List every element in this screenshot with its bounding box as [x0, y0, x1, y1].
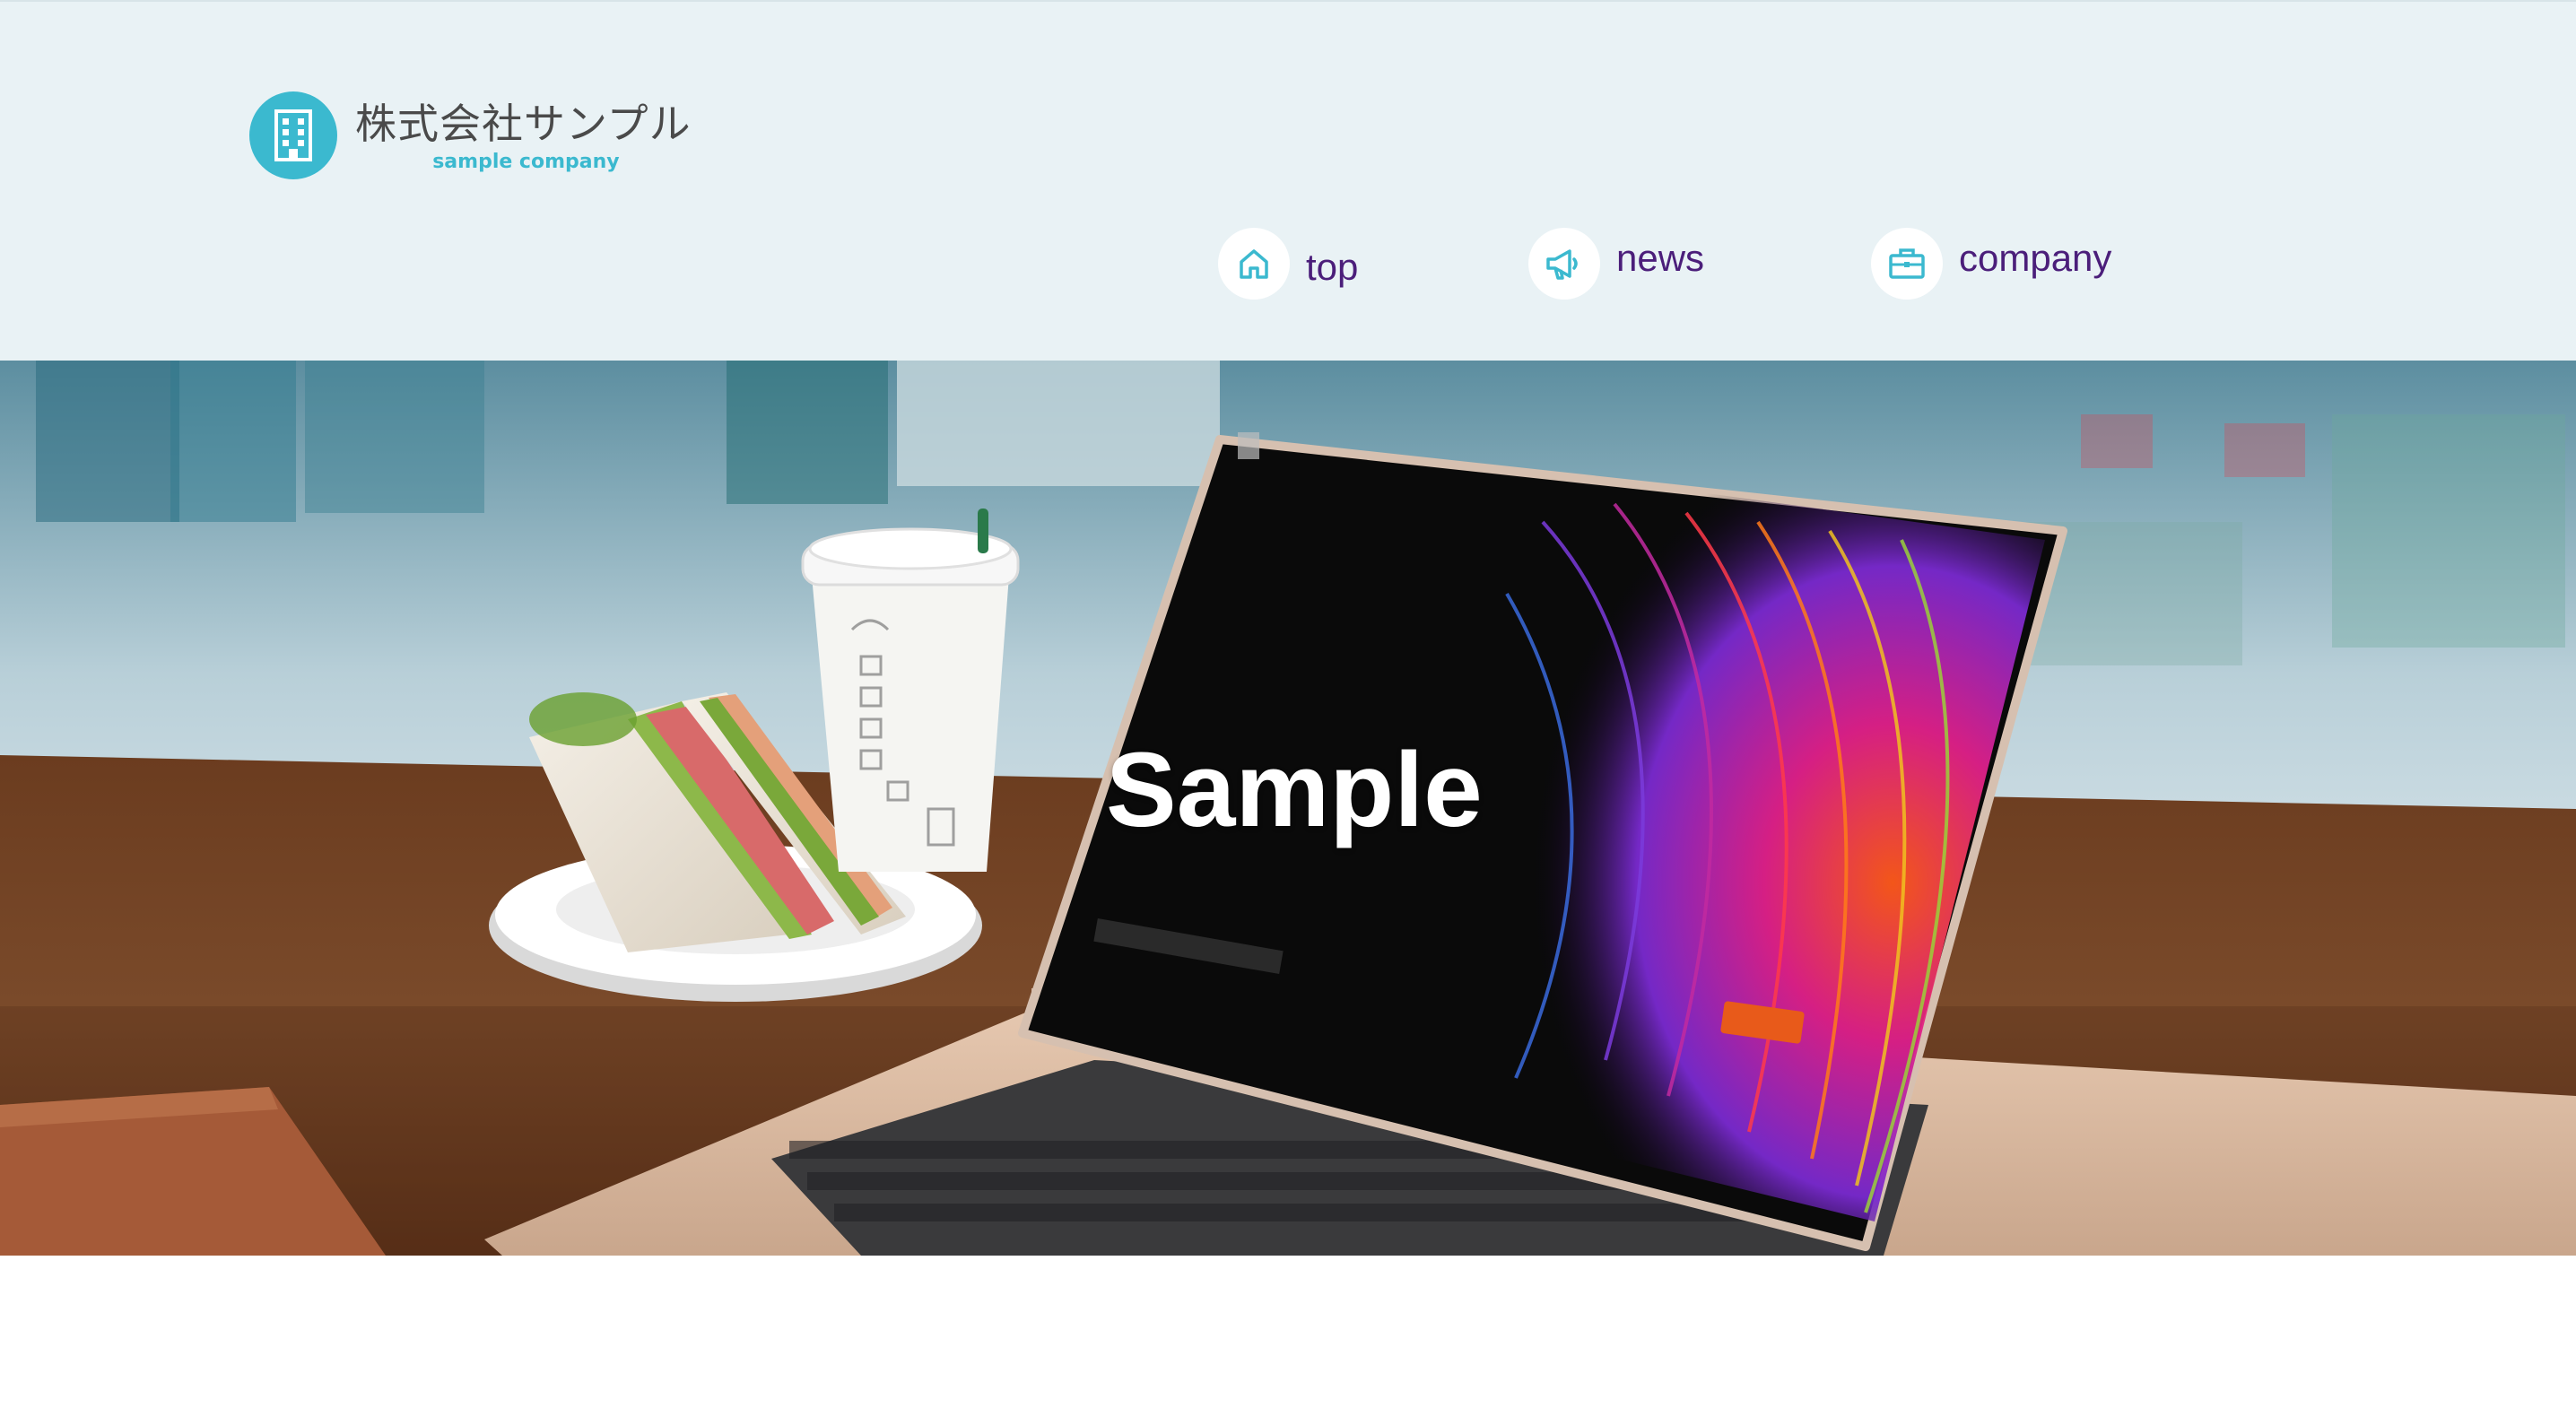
nav-item-company[interactable]: company [1871, 228, 2111, 300]
site-header: 株式会社サンプル sample company top news company [0, 0, 2576, 361]
hero-title: Sample [1106, 731, 1483, 849]
nav-label-company: company [1959, 237, 2112, 279]
briefcase-icon [1871, 228, 1943, 300]
nav-label-top: top [1306, 246, 1359, 288]
page: 株式会社サンプル sample company top news company… [0, 0, 2576, 1417]
nav-label-news: news [1616, 237, 1705, 279]
main-nav: top news company [0, 2, 2576, 362]
megaphone-icon [1528, 228, 1600, 300]
nav-item-top[interactable]: top [1218, 228, 1358, 300]
home-icon [1218, 228, 1290, 300]
hero-banner: Sample [0, 361, 2576, 1256]
nav-item-news[interactable]: news [1528, 228, 1704, 300]
